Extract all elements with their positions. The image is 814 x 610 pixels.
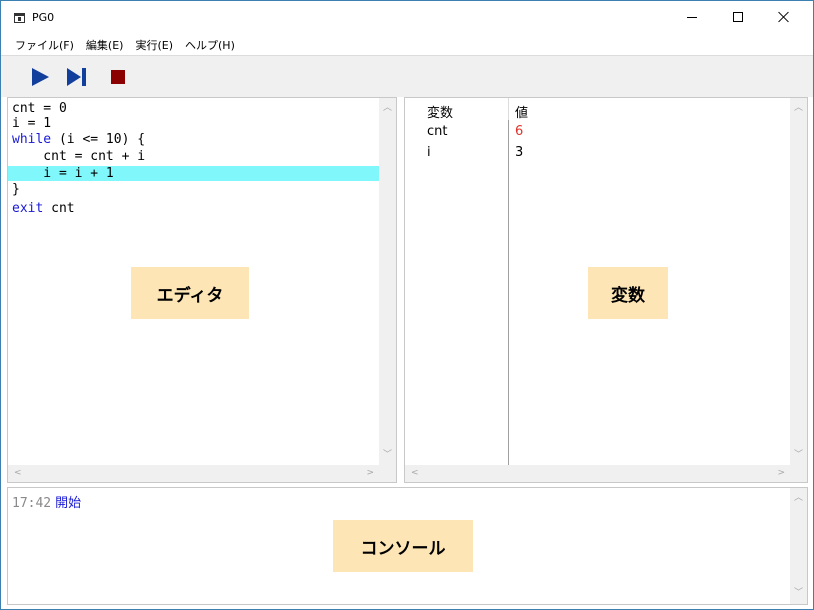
minimize-icon	[687, 16, 697, 18]
maximize-button[interactable]	[715, 1, 761, 33]
maximize-icon	[733, 12, 743, 22]
console-line: 17:42 開始	[12, 492, 81, 511]
code-line-7: exit cnt	[12, 201, 75, 216]
scroll-right-icon[interactable]: >	[777, 469, 785, 478]
step-icon	[67, 68, 86, 86]
menu-file[interactable]: ファイル(F)	[9, 33, 80, 55]
scroll-up-icon[interactable]: ︿	[383, 104, 392, 113]
console-label: コンソール	[333, 520, 473, 572]
editor-horizontal-scrollbar[interactable]: < >	[8, 465, 380, 482]
minimize-button[interactable]	[669, 1, 715, 33]
scroll-right-icon[interactable]: >	[366, 469, 374, 478]
variables-label: 変数	[588, 267, 668, 319]
toolbar	[1, 55, 813, 97]
menu-bar: ファイル(F) 編集(E) 実行(E) ヘルプ(H)	[1, 33, 813, 55]
app-icon	[14, 13, 25, 23]
column-separator[interactable]	[508, 98, 509, 120]
scroll-down-icon[interactable]: ﹀	[383, 451, 392, 460]
column-header-value[interactable]: 値	[515, 102, 528, 121]
app-window: PG0 ファイル(F) 編集(E) 実行(E) ヘルプ(H) cnt = 0 i…	[0, 0, 814, 610]
scroll-down-icon[interactable]: ﹀	[794, 589, 803, 598]
editor-label: エディタ	[131, 267, 249, 319]
scroll-corner	[790, 465, 807, 482]
menu-edit[interactable]: 編集(E)	[80, 33, 130, 55]
scroll-left-icon[interactable]: <	[14, 469, 22, 478]
code-line-2: i = 1	[12, 116, 52, 131]
code-line-1: cnt = 0	[12, 101, 67, 116]
code-line-5-current: i = i + 1	[8, 166, 380, 181]
variable-value: 3	[515, 145, 524, 160]
scroll-up-icon[interactable]: ︿	[794, 104, 803, 113]
code-line-3: while (i <= 10) {	[12, 132, 146, 147]
console-vertical-scrollbar[interactable]: ︿ ﹀	[790, 488, 807, 604]
code-line-4: cnt = cnt + i	[12, 149, 146, 164]
window-title: PG0	[32, 11, 55, 24]
code-line-6: }	[12, 182, 20, 197]
column-divider	[508, 120, 509, 466]
scroll-up-icon[interactable]: ︿	[794, 494, 803, 503]
scroll-left-icon[interactable]: <	[411, 469, 419, 478]
stop-icon	[111, 70, 125, 84]
variables-vertical-scrollbar[interactable]: ︿ ﹀	[790, 98, 807, 466]
close-icon	[778, 11, 790, 23]
variables-header: 変数 値	[405, 98, 791, 121]
console-message: 開始	[55, 496, 82, 511]
title-bar: PG0	[1, 1, 813, 33]
editor-vertical-scrollbar[interactable]: ︿ ﹀	[379, 98, 396, 466]
variable-row[interactable]: cnt 6	[405, 122, 791, 142]
console-timestamp: 17:42	[12, 496, 52, 511]
variables-horizontal-scrollbar[interactable]: < >	[405, 465, 791, 482]
scroll-corner	[379, 465, 396, 482]
variable-row[interactable]: i 3	[405, 143, 791, 163]
variable-value: 6	[515, 124, 524, 139]
variable-name: cnt	[427, 124, 448, 139]
menu-help[interactable]: ヘルプ(H)	[179, 33, 241, 55]
close-button[interactable]	[761, 1, 807, 33]
run-button[interactable]	[26, 62, 54, 92]
play-icon	[32, 68, 49, 86]
menu-run[interactable]: 実行(E)	[129, 33, 179, 55]
variable-name: i	[427, 145, 431, 160]
column-header-name[interactable]: 変数	[427, 102, 453, 121]
stop-button[interactable]	[104, 62, 132, 92]
scroll-down-icon[interactable]: ﹀	[794, 451, 803, 460]
step-button[interactable]	[63, 62, 91, 92]
